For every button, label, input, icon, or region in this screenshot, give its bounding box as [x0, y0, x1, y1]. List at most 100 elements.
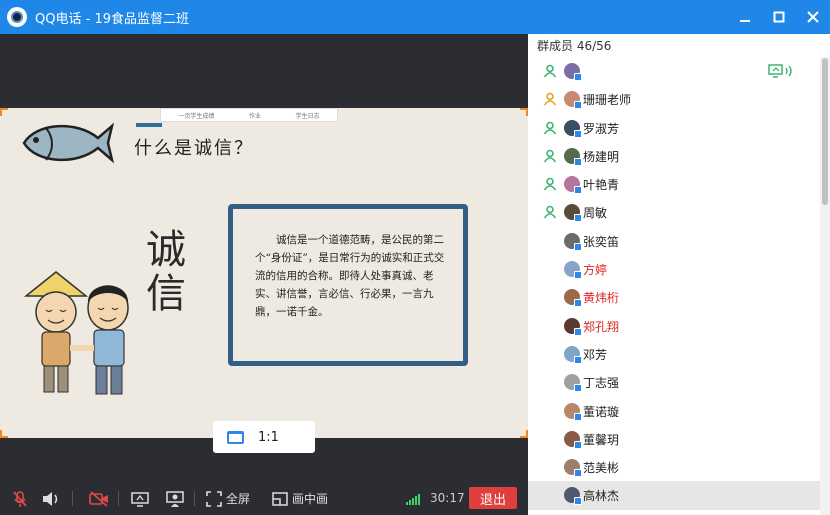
- member-row[interactable]: 高林杰: [528, 481, 820, 510]
- member-person-icon: [543, 64, 557, 78]
- member-person-icon: [543, 177, 557, 191]
- fish-icon: [22, 122, 115, 164]
- member-name: 范美彬: [583, 461, 620, 476]
- device-badge-icon: [574, 73, 582, 81]
- member-name: 方婷: [583, 263, 608, 278]
- shared-screen-slide[interactable]: 一页学生成绩 作业 学生日志 什么是诚信？ 诚信 诚信是一个道德范畴，是公民的第…: [0, 108, 528, 438]
- speaker-button[interactable]: [41, 482, 61, 515]
- frame-corner: [0, 430, 8, 438]
- member-row[interactable]: 丁志强: [528, 368, 820, 396]
- member-row[interactable]: 杨建明: [528, 142, 820, 170]
- device-badge-icon: [574, 497, 582, 506]
- zoom-ratio-button[interactable]: 1:1: [213, 421, 315, 453]
- member-row[interactable]: 董馨玥: [528, 425, 820, 453]
- title-bar: QQ电话 - 19食品监督二班: [0, 0, 830, 34]
- avatar: [564, 317, 582, 336]
- presenter-icon: [166, 490, 184, 507]
- maximize-icon: [773, 11, 785, 23]
- avatar: [564, 289, 582, 308]
- member-name: 董馨玥: [583, 432, 620, 447]
- device-badge-icon: [574, 242, 582, 251]
- device-badge-icon: [574, 469, 582, 478]
- member-row[interactable]: 周敏: [528, 198, 820, 226]
- speaker-icon: [43, 491, 58, 506]
- member-row[interactable]: 珊珊老师: [528, 85, 820, 113]
- close-icon: [807, 11, 819, 23]
- member-row[interactable]: 邓芳: [528, 340, 820, 368]
- group-owner-icon: [543, 92, 557, 106]
- member-name: 周敏: [583, 206, 608, 221]
- member-row[interactable]: 张奕笛: [528, 227, 820, 255]
- member-row[interactable]: 罗淑芳: [528, 114, 820, 142]
- member-name: 邓芳: [583, 347, 608, 362]
- title-separator: -: [81, 11, 95, 27]
- qq-call-window: QQ电话 - 19食品监督二班 一页学生成绩 作业 学生日志 什么是诚信？ 诚信…: [0, 0, 830, 515]
- member-row[interactable]: 方婷: [528, 255, 820, 283]
- avatar: [564, 459, 582, 478]
- close-button[interactable]: [796, 0, 830, 34]
- maximize-button[interactable]: [762, 0, 796, 34]
- member-row[interactable]: 郑孔翔: [528, 312, 820, 340]
- avatar: [564, 119, 582, 138]
- member-name: 丁志强: [583, 376, 620, 391]
- picture-in-picture-icon: [272, 491, 288, 506]
- member-row[interactable]: 董诺璇: [528, 397, 820, 425]
- mic-off-icon: [13, 490, 27, 507]
- window-title: QQ电话 - 19食品监督二班: [35, 8, 189, 27]
- presenter-button[interactable]: [165, 482, 185, 515]
- device-badge-icon: [574, 271, 582, 280]
- device-badge-icon: [574, 129, 582, 138]
- avatar: [564, 345, 582, 364]
- definition-text: 诚信是一个道德范畴，是公民的第二个“身份证”，是日常行为的诚实和正式交流的信用的…: [255, 234, 445, 318]
- device-badge-icon: [574, 214, 582, 223]
- member-name: 张奕笛: [583, 234, 620, 249]
- member-person-icon: [543, 149, 557, 163]
- call-toolbar: 全屏 画中画 30:17 退出: [0, 482, 528, 515]
- device-badge-icon: [574, 440, 582, 449]
- member-list-scrollbar[interactable]: [822, 58, 828, 205]
- signal-strength-icon: [406, 493, 428, 505]
- avatar: [564, 487, 582, 506]
- device-badge-icon: [574, 101, 582, 110]
- member-person-icon: [543, 121, 557, 135]
- minimize-button[interactable]: [728, 0, 762, 34]
- picture-in-picture-button[interactable]: 画中画: [272, 482, 328, 515]
- share-screen-button[interactable]: [130, 482, 150, 515]
- video-area[interactable]: 一页学生成绩 作业 学生日志 什么是诚信？ 诚信 诚信是一个道德范畴，是公民的第…: [0, 34, 528, 482]
- slide-toolbar-item: 一页学生成绩: [178, 112, 215, 120]
- window-icon: [227, 430, 244, 444]
- frame-corner: [0, 108, 8, 116]
- member-row[interactable]: 叶艳青: [528, 170, 820, 198]
- slide-toolbar-strip: 一页学生成绩 作业 学生日志: [160, 108, 338, 122]
- two-people-illustration: [23, 271, 129, 395]
- member-row[interactable]: [528, 57, 820, 85]
- minimize-icon: [740, 20, 750, 22]
- member-list: 珊珊老师 罗淑芳 杨建明 叶艳青周敏张奕笛方婷黄炜桁郑孔翔邓芳丁志强董诺璇董馨玥范美彬…: [528, 57, 820, 510]
- avatar: [564, 430, 582, 449]
- member-name: 黄炜桁: [583, 291, 620, 306]
- exit-call-button[interactable]: 退出: [469, 487, 517, 509]
- frame-corner: [520, 430, 528, 438]
- device-badge-icon: [574, 355, 582, 364]
- frame-corner: [520, 108, 528, 116]
- screen-share-icon: [131, 491, 149, 507]
- member-row[interactable]: 范美彬: [528, 453, 820, 481]
- mute-mic-button[interactable]: [11, 482, 29, 515]
- member-person-icon: [543, 206, 557, 219]
- qq-logo-icon: [7, 7, 27, 27]
- member-panel-header: 群成员 46/56: [537, 37, 611, 54]
- member-header-label: 群成员: [537, 39, 574, 53]
- app-name: QQ电话: [35, 11, 82, 27]
- avatar: [564, 232, 582, 251]
- camera-toggle-button[interactable]: [88, 482, 110, 515]
- device-badge-icon: [574, 157, 582, 166]
- avatar: [564, 147, 582, 166]
- toolbar-divider: [194, 491, 195, 506]
- member-row[interactable]: 黄炜桁: [528, 283, 820, 311]
- fullscreen-button[interactable]: 全屏: [206, 482, 250, 515]
- member-panel: 群成员 46/56 珊珊老师 罗淑芳 杨建明 叶艳青周敏张奕笛方婷黄炜桁郑孔翔邓芳丁志…: [528, 34, 830, 515]
- slide-toolbar-item: 学生日志: [295, 112, 320, 120]
- slide-title-accent: [136, 123, 162, 127]
- avatar: [564, 91, 582, 110]
- avatar: [564, 204, 582, 223]
